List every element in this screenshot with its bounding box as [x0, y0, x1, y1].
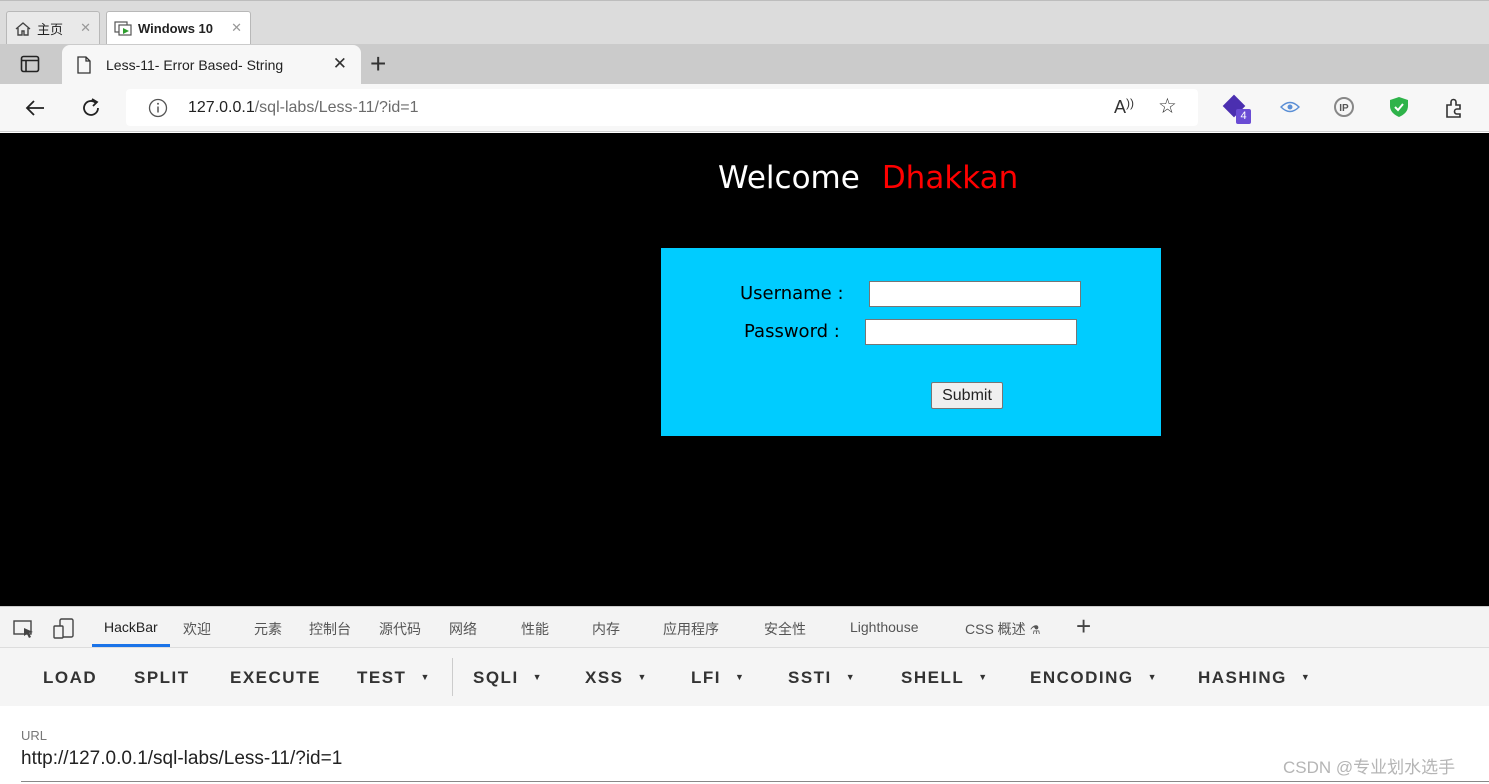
- chevron-down-icon: ▼: [1147, 672, 1159, 682]
- chevron-down-icon: ▼: [420, 672, 431, 682]
- url-host: 127.0.0.1: [188, 99, 255, 116]
- submit-button[interactable]: Submit: [931, 382, 1003, 409]
- url-path: /sql-labs/Less-11/?id=1: [254, 99, 419, 116]
- vm-icon: [114, 20, 132, 36]
- welcome-text: Welcome: [718, 160, 860, 196]
- read-aloud-icon[interactable]: A)): [1114, 96, 1134, 118]
- add-tab-button[interactable]: +: [1076, 611, 1091, 642]
- active-tab-indicator: [92, 644, 170, 647]
- hashing-label: HASHING: [1198, 668, 1287, 687]
- new-tab-button[interactable]: +: [370, 48, 386, 80]
- favorite-icon[interactable]: ☆: [1158, 94, 1177, 119]
- hackbar-toolbar: LOAD SPLIT EXECUTE TEST ▼ SQLI ▼ XSS ▼ LFI ▼…: [0, 648, 1489, 706]
- login-form: Username : Password : Submit: [661, 248, 1161, 436]
- encoding-label: ENCODING: [1030, 668, 1134, 687]
- execute-button[interactable]: EXECUTE: [230, 668, 321, 688]
- extension-badge-icon[interactable]: 4: [1222, 94, 1252, 124]
- encoding-menu-button[interactable]: ENCODING ▼: [1030, 668, 1158, 688]
- toolbar-divider: [452, 658, 453, 696]
- vm-tab-home-label: 主页: [37, 22, 64, 37]
- close-icon[interactable]: ✕: [80, 20, 91, 36]
- tab-memory[interactable]: 内存: [592, 619, 620, 639]
- load-button[interactable]: LOAD: [43, 668, 97, 688]
- tab-network[interactable]: 网络: [449, 619, 477, 639]
- devtools-tab-bar: HackBar 欢迎 元素 控制台 源代码 网络 性能 内存 应用程序 安全性 …: [0, 606, 1489, 648]
- vm-tab-strip: 主页 ✕ Windows 10 ✕: [0, 0, 1489, 45]
- close-icon[interactable]: ✕: [333, 54, 347, 74]
- tab-elements[interactable]: 元素: [254, 619, 282, 639]
- ip-extension-icon[interactable]: IP: [1334, 97, 1354, 117]
- device-toolbar-icon[interactable]: [53, 618, 75, 640]
- hackbar-url-area: URL http://127.0.0.1/sql-labs/Less-11/?i…: [0, 706, 1489, 784]
- lfi-menu-button[interactable]: LFI ▼: [691, 668, 745, 688]
- vm-tab-windows10[interactable]: Windows 10 ✕: [106, 11, 251, 45]
- username-label: Username :: [740, 283, 844, 304]
- tab-active[interactable]: Less-11- Error Based- String ✕: [62, 45, 361, 84]
- extensions-icon[interactable]: [1443, 97, 1465, 119]
- browser-tab-bar: Less-11- Error Based- String ✕ +: [0, 44, 1489, 84]
- address-bar-row: 127.0.0.1/sql-labs/Less-11/?id=1 A)) ☆ 4…: [0, 84, 1489, 132]
- refresh-icon[interactable]: [80, 97, 102, 119]
- home-icon: [15, 21, 31, 36]
- tab-css-overview[interactable]: CSS 概述 ⚗: [965, 619, 1040, 639]
- lfi-label: LFI: [691, 668, 721, 687]
- tab-sources[interactable]: 源代码: [379, 619, 421, 639]
- watermark: CSDN @专业划水选手: [1283, 758, 1456, 777]
- xss-label: XSS: [585, 668, 624, 687]
- url-field[interactable]: http://127.0.0.1/sql-labs/Less-11/?id=1: [21, 748, 342, 770]
- vm-tab-home[interactable]: 主页 ✕: [6, 11, 100, 45]
- xss-menu-button[interactable]: XSS ▼: [585, 668, 648, 688]
- welcome-heading: Welcome Dhakkan: [718, 160, 1018, 196]
- tab-lighthouse[interactable]: Lighthouse: [850, 619, 919, 635]
- split-button[interactable]: SPLIT: [134, 668, 190, 688]
- url-field-underline: [21, 781, 1489, 782]
- page-icon: [77, 55, 91, 74]
- inspect-element-icon[interactable]: [13, 619, 35, 639]
- welcome-name: Dhakkan: [881, 160, 1019, 196]
- url-field-label: URL: [21, 728, 48, 743]
- tab-security[interactable]: 安全性: [764, 619, 806, 639]
- url-text[interactable]: 127.0.0.1/sql-labs/Less-11/?id=1: [188, 99, 419, 117]
- test-label: TEST: [357, 668, 407, 687]
- chevron-down-icon: ▼: [845, 672, 857, 682]
- test-menu-button[interactable]: TEST ▼: [357, 668, 431, 688]
- info-icon[interactable]: [148, 98, 168, 118]
- tab-console[interactable]: 控制台: [309, 619, 351, 639]
- hashing-menu-button[interactable]: HASHING ▼: [1198, 668, 1311, 688]
- vm-tab-windows10-label: Windows 10: [138, 21, 214, 36]
- back-icon[interactable]: [24, 98, 46, 118]
- username-input[interactable]: [869, 281, 1081, 307]
- address-bar[interactable]: 127.0.0.1/sql-labs/Less-11/?id=1 A)) ☆: [126, 89, 1198, 126]
- shell-label: SHELL: [901, 668, 965, 687]
- sqli-menu-button[interactable]: SQLI ▼: [473, 668, 543, 688]
- chevron-down-icon: ▼: [978, 672, 989, 682]
- password-label: Password :: [744, 321, 840, 342]
- tab-hackbar[interactable]: HackBar: [104, 619, 158, 635]
- shield-extension-icon[interactable]: [1389, 96, 1409, 118]
- tab-welcome[interactable]: 欢迎: [183, 619, 211, 639]
- eye-extension-icon[interactable]: [1280, 100, 1300, 114]
- sqli-label: SQLI: [473, 668, 519, 687]
- tab-performance[interactable]: 性能: [521, 619, 549, 639]
- chevron-down-icon: ▼: [532, 672, 544, 682]
- shell-menu-button[interactable]: SHELL ▼: [901, 668, 989, 688]
- extension-badge-count: 4: [1236, 109, 1251, 124]
- tab-css-overview-label: CSS 概述: [965, 621, 1026, 637]
- tab-title: Less-11- Error Based- String: [106, 56, 284, 73]
- ssti-label: SSTI: [788, 668, 832, 687]
- ssti-menu-button[interactable]: SSTI ▼: [788, 668, 856, 688]
- chevron-down-icon: ▼: [735, 672, 746, 682]
- close-icon[interactable]: ✕: [231, 20, 242, 36]
- chevron-down-icon: ▼: [637, 672, 648, 682]
- chevron-down-icon: ▼: [1300, 672, 1312, 682]
- flask-icon: ⚗: [1029, 623, 1041, 637]
- tab-application[interactable]: 应用程序: [663, 619, 719, 639]
- tab-actions-icon[interactable]: [20, 55, 40, 73]
- password-input[interactable]: [865, 319, 1077, 345]
- page-content: Welcome Dhakkan Username : Password : Sub…: [0, 133, 1489, 606]
